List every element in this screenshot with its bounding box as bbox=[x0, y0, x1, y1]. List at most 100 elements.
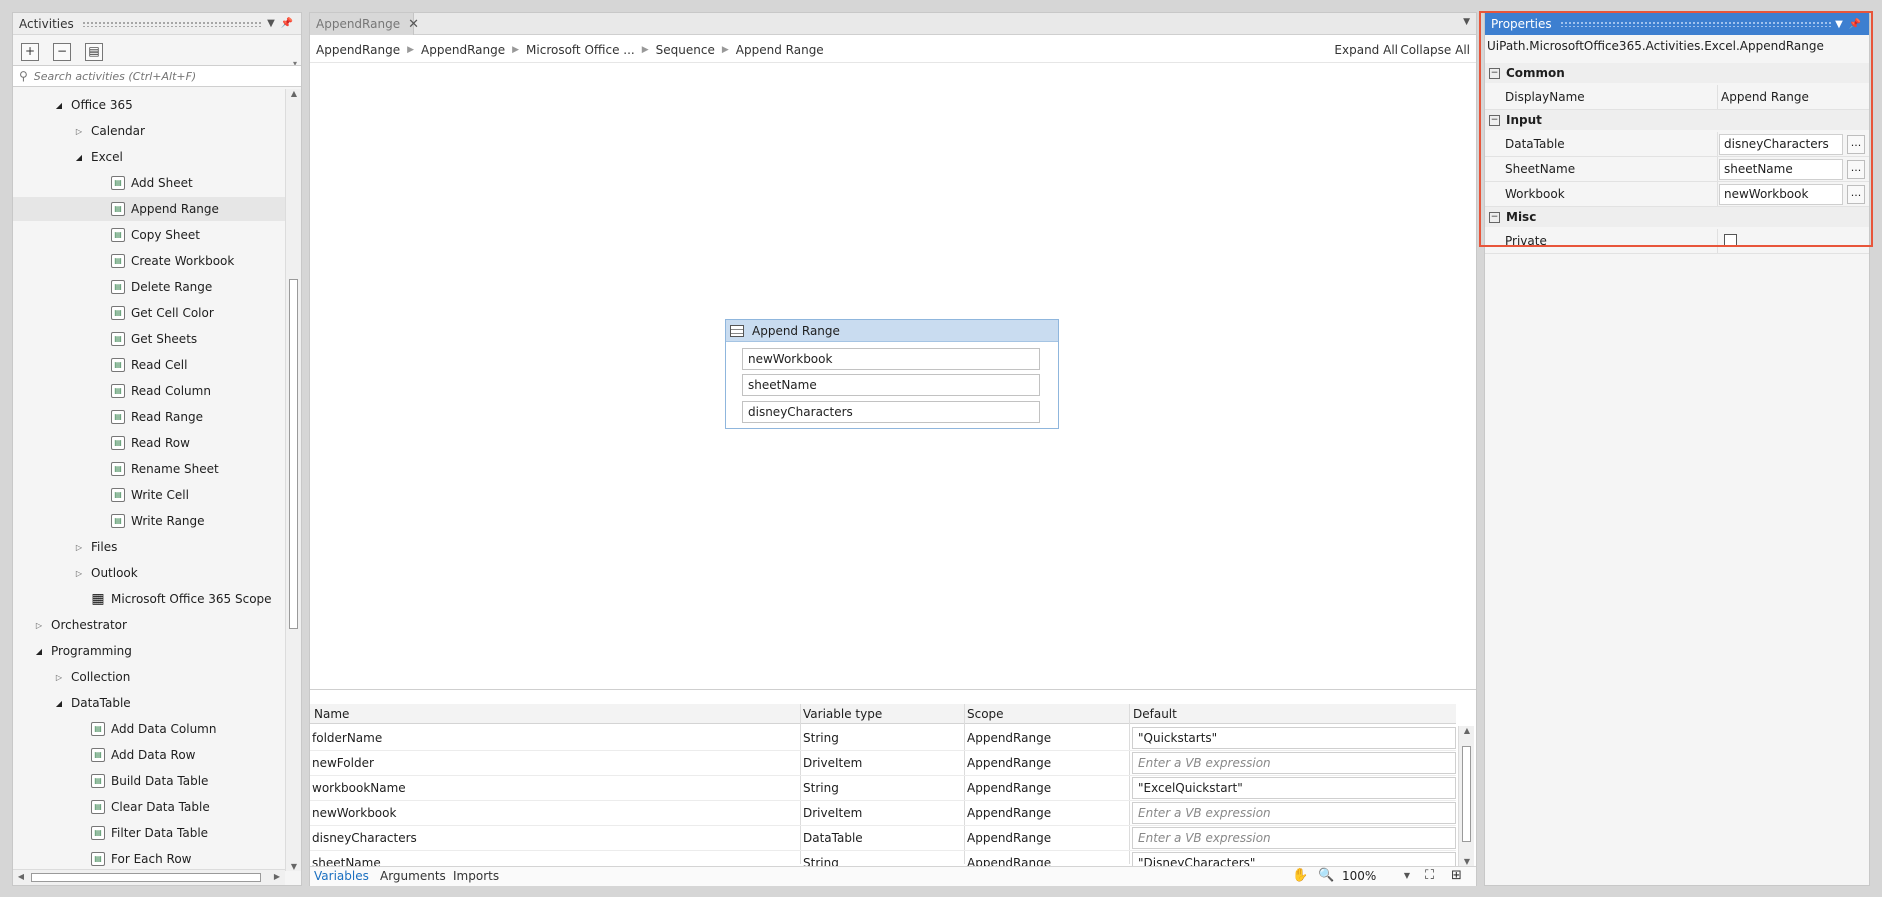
variable-name[interactable]: workbookName bbox=[312, 781, 406, 795]
column-header-default[interactable]: Default bbox=[1133, 707, 1177, 721]
variable-default-input[interactable]: "ExcelQuickstart" bbox=[1132, 777, 1456, 799]
property-value-input[interactable]: sheetName bbox=[1719, 159, 1843, 180]
collapsed-icon[interactable]: ▷ bbox=[73, 127, 85, 136]
variable-default-input[interactable]: "Quickstarts" bbox=[1132, 727, 1456, 749]
private-checkbox[interactable] bbox=[1724, 234, 1737, 247]
breadcrumb-item[interactable]: Append Range bbox=[736, 43, 824, 57]
scroll-up-icon[interactable]: ▲ bbox=[1459, 726, 1475, 735]
panel-grip[interactable] bbox=[1559, 21, 1831, 27]
tree-item[interactable]: ▤ Get Sheets bbox=[13, 327, 285, 351]
expanded-icon[interactable]: ◢ bbox=[73, 153, 85, 162]
variable-default-input[interactable]: Enter a VB expression bbox=[1132, 802, 1456, 824]
scroll-thumb[interactable] bbox=[1462, 746, 1471, 842]
panel-grip[interactable] bbox=[81, 20, 263, 27]
tree-item[interactable]: ▷ Collection bbox=[13, 665, 285, 689]
tree-item[interactable]: ▤ Copy Sheet bbox=[13, 223, 285, 247]
tree-item[interactable]: ▷ Outlook bbox=[13, 561, 285, 585]
pin-icon[interactable]: 📌 bbox=[279, 18, 295, 29]
zoom-icon[interactable]: 🔍 bbox=[1318, 868, 1334, 883]
tree-item[interactable]: ▤ Add Data Row bbox=[13, 743, 285, 767]
variable-row[interactable]: disneyCharacters DataTable AppendRange Ente… bbox=[310, 826, 1456, 851]
activity-header[interactable]: Append Range bbox=[726, 320, 1058, 342]
ellipsis-button[interactable]: ... bbox=[1847, 185, 1865, 204]
expanded-icon[interactable]: ◢ bbox=[33, 647, 45, 656]
ellipsis-button[interactable]: ... bbox=[1847, 135, 1865, 154]
pin-icon[interactable]: 📌 bbox=[1847, 19, 1863, 30]
tree-item[interactable]: ▷ Orchestrator bbox=[13, 613, 285, 637]
property-category[interactable]: − Common bbox=[1485, 63, 1869, 83]
collapsed-icon[interactable]: ▷ bbox=[33, 621, 45, 630]
tree-item[interactable]: ▤ Read Range bbox=[13, 405, 285, 429]
variable-default-input[interactable]: Enter a VB expression bbox=[1132, 752, 1456, 774]
tree-item[interactable]: ◢ Programming bbox=[13, 639, 285, 663]
tree-item[interactable]: ▷ Calendar bbox=[13, 119, 285, 143]
tree-item[interactable]: ▤ Add Data Column bbox=[13, 717, 285, 741]
scroll-down-icon[interactable]: ▼ bbox=[1459, 857, 1475, 866]
variable-scope[interactable]: AppendRange bbox=[967, 756, 1051, 770]
panel-dropdown-icon[interactable]: ▼ bbox=[1831, 19, 1847, 30]
column-header-variable-type[interactable]: Variable type bbox=[803, 707, 882, 721]
variable-name[interactable]: newWorkbook bbox=[312, 806, 396, 820]
tree-item[interactable]: ▤ Read Cell bbox=[13, 353, 285, 377]
variable-scope[interactable]: AppendRange bbox=[967, 781, 1051, 795]
variable-type[interactable]: String bbox=[803, 781, 839, 795]
breadcrumb-item[interactable]: AppendRange bbox=[316, 43, 400, 57]
tree-item[interactable]: ▤ Create Workbook bbox=[13, 249, 285, 273]
collapsed-icon[interactable]: ▷ bbox=[73, 543, 85, 552]
scroll-down-icon[interactable]: ▼ bbox=[286, 862, 302, 871]
tree-item[interactable]: ▤ Delete Range bbox=[13, 275, 285, 299]
variable-type[interactable]: String bbox=[803, 731, 839, 745]
expanded-icon[interactable]: ◢ bbox=[53, 101, 65, 110]
tree-item[interactable]: ▷ Files bbox=[13, 535, 285, 559]
breadcrumb-item[interactable]: Microsoft Office ... bbox=[526, 43, 635, 57]
filter-icon[interactable]: ▤ bbox=[85, 43, 103, 61]
property-value-input[interactable]: newWorkbook bbox=[1719, 184, 1843, 205]
variable-type[interactable]: DriveItem bbox=[803, 756, 862, 770]
overview-icon[interactable]: ⊞ bbox=[1451, 868, 1462, 883]
fit-to-screen-icon[interactable]: ⛶ bbox=[1425, 868, 1434, 883]
scroll-thumb[interactable] bbox=[289, 279, 298, 629]
collapse-all-link[interactable]: Collapse All bbox=[1400, 43, 1470, 57]
close-icon[interactable]: ✕ bbox=[408, 17, 419, 32]
variable-row[interactable]: workbookName String AppendRange "ExcelQuick… bbox=[310, 776, 1456, 801]
collapse-icon[interactable]: − bbox=[1489, 114, 1500, 126]
variable-row[interactable]: newFolder DriveItem AppendRange Enter a VB … bbox=[310, 751, 1456, 776]
variables-scrollbar[interactable]: ▲ ▼ bbox=[1458, 726, 1474, 866]
tree-item[interactable]: ▦ Microsoft Office 365 Scope bbox=[13, 587, 285, 611]
expand-all-link[interactable]: Expand All bbox=[1334, 43, 1398, 57]
collapse-all-icon[interactable]: − bbox=[53, 43, 71, 61]
column-header-scope[interactable]: Scope bbox=[967, 707, 1004, 721]
tree-item[interactable]: ▤ Read Row bbox=[13, 431, 285, 455]
scroll-left-icon[interactable]: ◀ bbox=[13, 872, 29, 881]
variable-type[interactable]: DataTable bbox=[803, 831, 863, 845]
activities-vertical-scrollbar[interactable]: ▲ ▼ bbox=[285, 89, 301, 871]
activities-horizontal-scrollbar[interactable]: ◀ ▶ bbox=[13, 869, 285, 885]
scroll-up-icon[interactable]: ▲ bbox=[286, 89, 302, 98]
collapsed-icon[interactable]: ▷ bbox=[53, 673, 65, 682]
tree-item[interactable]: ◢ DataTable bbox=[13, 691, 285, 715]
scroll-right-icon[interactable]: ▶ bbox=[269, 872, 285, 881]
workbook-field[interactable]: newWorkbook bbox=[742, 348, 1040, 370]
expand-all-icon[interactable]: + bbox=[21, 43, 39, 61]
breadcrumb-item[interactable]: Sequence bbox=[656, 43, 715, 57]
tree-item[interactable]: ▤ Read Column bbox=[13, 379, 285, 403]
variable-name[interactable]: newFolder bbox=[312, 756, 374, 770]
variable-name[interactable]: folderName bbox=[312, 731, 382, 745]
tree-item[interactable]: ▤ Append Range bbox=[13, 197, 285, 221]
variable-scope[interactable]: AppendRange bbox=[967, 731, 1051, 745]
collapsed-icon[interactable]: ▷ bbox=[73, 569, 85, 578]
append-range-activity[interactable]: Append Range newWorkbook sheetName disne… bbox=[725, 319, 1059, 429]
collapse-icon[interactable]: − bbox=[1489, 67, 1500, 79]
datatable-field[interactable]: disneyCharacters bbox=[742, 401, 1040, 423]
tab-arguments[interactable]: Arguments bbox=[380, 869, 446, 883]
ellipsis-button[interactable]: ... bbox=[1847, 160, 1865, 179]
tree-item[interactable]: ▤ Clear Data Table bbox=[13, 795, 285, 819]
hand-icon[interactable]: ✋ bbox=[1292, 868, 1308, 883]
tree-item[interactable]: ▤ Rename Sheet bbox=[13, 457, 285, 481]
activities-search[interactable]: ⚲ bbox=[13, 65, 301, 87]
property-category[interactable]: − Input bbox=[1485, 110, 1869, 130]
tree-item[interactable]: ▤ For Each Row bbox=[13, 847, 285, 871]
tree-item[interactable]: ◢ Office 365 bbox=[13, 93, 285, 117]
scroll-thumb[interactable] bbox=[31, 873, 261, 882]
property-category[interactable]: − Misc bbox=[1485, 207, 1869, 227]
